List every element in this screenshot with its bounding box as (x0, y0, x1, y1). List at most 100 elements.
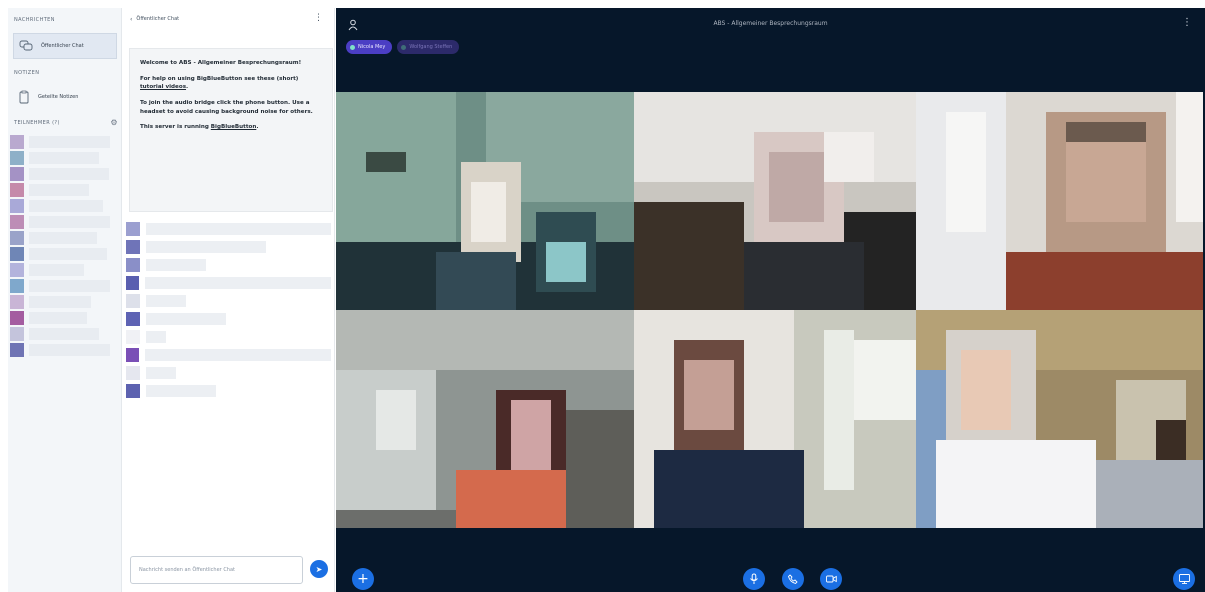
welcome-prefix: Welcome to (140, 60, 179, 66)
notes-section-title: NOTIZEN (14, 70, 40, 76)
plus-icon[interactable]: + (352, 568, 374, 590)
video-grid (336, 92, 1203, 528)
help-prefix: For help on using BigBlueButton see thes… (140, 75, 299, 82)
screen-share-button[interactable] (1173, 568, 1195, 590)
avatar (10, 231, 24, 245)
public-chat-item[interactable]: Öffentlicher Chat (13, 33, 117, 59)
participant-item[interactable] (10, 278, 110, 294)
gear-icon[interactable]: ⚙ (110, 118, 118, 127)
top-bar: ABS - Allgemeiner Besprechungsraum ⋮ (336, 8, 1205, 46)
participant-item[interactable] (10, 326, 110, 342)
send-button[interactable]: ➤ (310, 560, 328, 578)
participant-item[interactable] (10, 150, 110, 166)
participant-item[interactable] (10, 134, 110, 150)
avatar (126, 330, 140, 344)
participant-list (10, 134, 110, 358)
avatar (10, 343, 24, 357)
participant-item[interactable] (10, 214, 110, 230)
video-tile[interactable] (916, 310, 1203, 528)
participant-name (29, 168, 109, 180)
participant-name (28, 280, 110, 292)
send-icon: ➤ (315, 564, 323, 574)
chat-message (126, 382, 331, 400)
avatar (126, 222, 140, 236)
chat-message (126, 238, 331, 256)
chat-title[interactable]: Öffentlicher Chat (136, 16, 179, 22)
participant-item[interactable] (10, 262, 110, 278)
participant-item[interactable] (10, 342, 110, 358)
avatar (126, 294, 140, 308)
server-prefix: This server is running (140, 124, 211, 131)
participant-item[interactable] (10, 294, 110, 310)
chat-message (126, 274, 331, 292)
share-camera-button[interactable] (820, 568, 842, 590)
server-suffix: . (256, 124, 259, 131)
participant-name (29, 200, 103, 212)
participant-item[interactable] (10, 198, 110, 214)
message-text (145, 349, 331, 361)
participant-name (29, 328, 99, 340)
participant-name (29, 312, 87, 324)
chat-message (126, 364, 331, 382)
participant-item[interactable] (10, 230, 110, 246)
user-list-panel: NACHRICHTEN Öffentlicher Chat NOTIZEN Ge… (8, 8, 122, 592)
talker-name: Nicola Mey (358, 44, 386, 50)
avatar (126, 258, 140, 272)
message-text (146, 367, 176, 379)
participant-item[interactable] (10, 166, 110, 182)
avatar (10, 247, 24, 261)
participant-name (29, 152, 99, 164)
avatar (126, 348, 140, 362)
message-text (146, 241, 266, 253)
shared-notes-item[interactable]: Geteilte Notizen (13, 84, 117, 110)
welcome-line-4: This server is running BigBlueButton. (140, 123, 322, 132)
welcome-line-3: To join the audio bridge click the phone… (140, 99, 313, 115)
talker-badge[interactable]: Wolfgang Steffen (397, 40, 460, 54)
participants-section-title: TEILNEHMER (?) ⚙ (8, 118, 122, 127)
chat-panel: ‹ Öffentlicher Chat ⋮ Welcome to ABS - A… (122, 8, 335, 592)
avatar (10, 295, 24, 309)
help-suffix: . (186, 84, 189, 91)
shared-notes-label: Geteilte Notizen (38, 94, 79, 100)
kebab-menu-icon[interactable]: ⋮ (314, 13, 323, 23)
avatar (10, 215, 24, 229)
video-tile[interactable] (336, 310, 634, 528)
leave-audio-button[interactable] (782, 568, 804, 590)
chat-message-input[interactable]: Nachricht senden an Öffentlicher Chat (130, 556, 303, 584)
avatar (10, 311, 24, 325)
message-text (146, 385, 216, 397)
chat-input-placeholder: Nachricht senden an Öffentlicher Chat (139, 567, 236, 573)
notes-icon (19, 90, 29, 104)
main-presentation-area: ABS - Allgemeiner Besprechungsraum ⋮ Nic… (336, 8, 1205, 592)
participant-name (28, 216, 110, 228)
talker-name: Wolfgang Steffen (409, 44, 453, 50)
video-tile[interactable] (336, 92, 634, 310)
chat-messages (126, 220, 331, 400)
participant-name (29, 184, 89, 196)
participant-name (28, 136, 110, 148)
avatar (126, 366, 140, 380)
message-text (146, 259, 206, 271)
bbb-app: NACHRICHTEN Öffentlicher Chat NOTIZEN Ge… (0, 0, 1205, 592)
video-tile[interactable] (634, 92, 916, 310)
chat-message (126, 292, 331, 310)
participant-item[interactable] (10, 182, 110, 198)
phone-icon (788, 574, 798, 584)
tutorial-videos-link[interactable]: tutorial videos (140, 84, 186, 90)
mute-button[interactable] (743, 568, 765, 590)
avatar (10, 279, 24, 293)
participant-item[interactable] (10, 246, 110, 262)
avatar (10, 151, 24, 165)
message-text (146, 331, 166, 343)
kebab-menu-icon[interactable]: ⋮ (1182, 17, 1192, 28)
message-text (146, 313, 226, 325)
avatar (126, 312, 140, 326)
chevron-left-icon[interactable]: ‹ (130, 16, 132, 23)
video-tile[interactable] (634, 310, 916, 528)
message-text (145, 277, 331, 289)
talker-badge[interactable]: Nicola Mey (346, 40, 393, 54)
video-tile[interactable] (916, 92, 1203, 310)
participant-item[interactable] (10, 310, 110, 326)
welcome-line-2: For help on using BigBlueButton see thes… (140, 75, 322, 92)
bigbluebutton-link[interactable]: BigBlueButton (211, 124, 257, 130)
